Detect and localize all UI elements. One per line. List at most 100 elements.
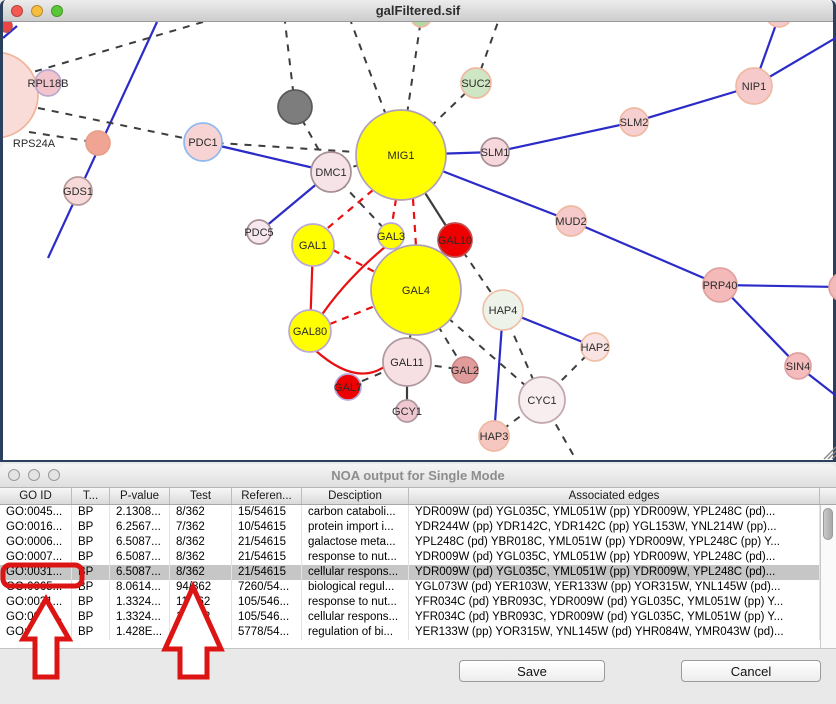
table-header: GO IDT...P-valueTestReferen...Desciption… — [0, 488, 836, 505]
network-window: RPL18BRPS24AGDS1PDC1DMC1MIG1SUC2SLM1NIP1… — [0, 0, 836, 462]
table-cell: BP — [72, 610, 110, 625]
node-label-MIG1: MIG1 — [388, 150, 415, 162]
network-window-title: galFiltered.sif — [3, 3, 833, 18]
node-label-NIP1: NIP1 — [742, 81, 766, 93]
node-label-SIN4: SIN4 — [786, 361, 810, 373]
table-cell: GO:0031... — [0, 595, 72, 610]
node-label-PRP40: PRP40 — [703, 280, 738, 292]
table-cell: biological regul... — [302, 580, 409, 595]
node-label-GAL4: GAL4 — [402, 285, 430, 297]
table-cell: 105/546... — [232, 610, 302, 625]
table-row[interactable]: GO:0045...BP2.1308...8/36215/54615carbon… — [0, 505, 836, 520]
table-cell: BP — [72, 550, 110, 565]
network-node-MSL1[interactable] — [829, 273, 836, 301]
table-cell: protein import i... — [302, 520, 409, 535]
table-cell: 8.0614... — [110, 580, 170, 595]
network-canvas[interactable]: RPL18BRPS24AGDS1PDC1DMC1MIG1SUC2SLM1NIP1… — [3, 0, 836, 462]
network-node-RPS24A[interactable] — [86, 131, 110, 155]
node-label-SLM1: SLM1 — [481, 147, 510, 159]
table-cell: 2.1308... — [110, 505, 170, 520]
node-label-GAL1: GAL1 — [299, 240, 327, 252]
table-cell: 1.428E... — [110, 625, 170, 640]
node-label-RPS24A: RPS24A — [13, 138, 56, 150]
table-cell: YDR009W (pd) YGL035C, YML051W (pp) YDR00… — [409, 550, 820, 565]
table-cell: response to nut... — [302, 595, 409, 610]
column-header-5[interactable]: Desciption — [302, 488, 409, 504]
network-edge-red[interactable] — [315, 350, 384, 374]
table-cell: YGL073W (pd) YER103W, YER133W (pp) YOR31… — [409, 580, 820, 595]
network-node-big-left[interactable] — [3, 52, 38, 138]
table-cell: BP — [72, 625, 110, 640]
column-header-1[interactable]: T... — [72, 488, 110, 504]
vertical-scrollbar[interactable] — [820, 505, 836, 648]
column-header-2[interactable]: P-value — [110, 488, 170, 504]
table-cell: BP — [72, 505, 110, 520]
network-edge-red-dash[interactable] — [330, 306, 375, 324]
table-cell: 6.5087... — [110, 535, 170, 550]
network-edge-red-dash[interactable] — [413, 199, 416, 246]
table-cell: 21/54615 — [232, 535, 302, 550]
table-row[interactable]: GO:0065...BP8.0614...94/3627260/54...bio… — [0, 580, 836, 595]
table-cell: YPL248C (pd) YBR018C, YML051W (pp) YDR00… — [409, 535, 820, 550]
save-button[interactable]: Save — [459, 660, 605, 682]
table-cell: 6.5087... — [110, 550, 170, 565]
table-cell: GO:0031... — [0, 565, 72, 580]
noa-titlebar[interactable]: NOA output for Single Mode — [0, 464, 836, 488]
table-cell: 105/546... — [232, 595, 302, 610]
table-cell: GO:0016... — [0, 520, 72, 535]
table-cell: 94/362 — [170, 580, 232, 595]
node-label-HAP3: HAP3 — [480, 431, 509, 443]
table-cell: response to nut... — [302, 550, 409, 565]
network-titlebar[interactable]: galFiltered.sif — [3, 0, 833, 22]
node-label-GDS1: GDS1 — [63, 186, 93, 198]
table-row[interactable]: GO:0050...BP1.428E...80/3625778/54...reg… — [0, 625, 836, 640]
table-cell: 10/54615 — [232, 520, 302, 535]
column-header-6[interactable]: Associated edges — [409, 488, 820, 504]
column-header-4[interactable]: Referen... — [232, 488, 302, 504]
table-cell: YDR009W (pd) YGL035C, YML051W (pp) YDR00… — [409, 505, 820, 520]
table-cell: BP — [72, 535, 110, 550]
results-table: GO IDT...P-valueTestReferen...Desciption… — [0, 488, 836, 649]
table-cell: 11/362 — [170, 610, 232, 625]
network-node-gray[interactable] — [278, 90, 312, 124]
table-cell: 21/54615 — [232, 550, 302, 565]
node-label-MUD2: MUD2 — [555, 216, 586, 228]
node-label-DMC1: DMC1 — [315, 167, 346, 179]
table-cell: YFR034C (pd) YBR093C, YDR009W (pd) YGL03… — [409, 610, 820, 625]
table-cell: 7260/54... — [232, 580, 302, 595]
node-label-SLM2: SLM2 — [620, 117, 649, 129]
table-cell: 80/362 — [170, 625, 232, 640]
table-cell: 5778/54... — [232, 625, 302, 640]
table-body: GO:0045...BP2.1308...8/36215/54615carbon… — [0, 505, 836, 649]
network-edge-pp[interactable] — [720, 285, 836, 398]
table-cell: 6.5087... — [110, 565, 170, 580]
table-cell: 8/362 — [170, 565, 232, 580]
table-row[interactable]: GO:0031...BP6.5087...8/36221/54615cellul… — [0, 565, 836, 580]
noa-window: NOA output for Single Mode GO IDT...P-va… — [0, 464, 836, 704]
node-label-GAL3: GAL3 — [377, 231, 405, 243]
node-label-RPL18B: RPL18B — [28, 78, 69, 90]
table-row[interactable]: GO:0007...BP6.5087...8/36221/54615respon… — [0, 550, 836, 565]
table-row[interactable]: GO:0031...BP1.3324...11/362105/546...cel… — [0, 610, 836, 625]
node-label-SUC2: SUC2 — [461, 78, 490, 90]
node-label-GAL2: GAL2 — [451, 365, 479, 377]
column-header-3[interactable]: Test — [170, 488, 232, 504]
column-header-0[interactable]: GO ID — [0, 488, 72, 504]
node-label-CYC1: CYC1 — [527, 395, 556, 407]
network-edge-red-dash[interactable] — [392, 199, 396, 224]
network-edge-red-dash[interactable] — [323, 190, 373, 232]
cancel-button[interactable]: Cancel — [681, 660, 821, 682]
scrollbar-thumb[interactable] — [823, 508, 833, 540]
table-row[interactable]: GO:0016...BP6.2567...7/36210/54615protei… — [0, 520, 836, 535]
node-label-GCY1: GCY1 — [392, 406, 422, 418]
table-cell: 21/54615 — [232, 565, 302, 580]
table-cell: 6.2567... — [110, 520, 170, 535]
table-cell: GO:0006... — [0, 535, 72, 550]
table-cell: GO:0045... — [0, 505, 72, 520]
table-row[interactable]: GO:0031...BP1.3324...11/362105/546...res… — [0, 595, 836, 610]
network-edge-pd[interactable] — [33, 22, 203, 72]
table-cell: 8/362 — [170, 550, 232, 565]
table-row[interactable]: GO:0006...BP6.5087...8/36221/54615galact… — [0, 535, 836, 550]
node-label-HAP2: HAP2 — [581, 342, 610, 354]
table-cell: BP — [72, 580, 110, 595]
